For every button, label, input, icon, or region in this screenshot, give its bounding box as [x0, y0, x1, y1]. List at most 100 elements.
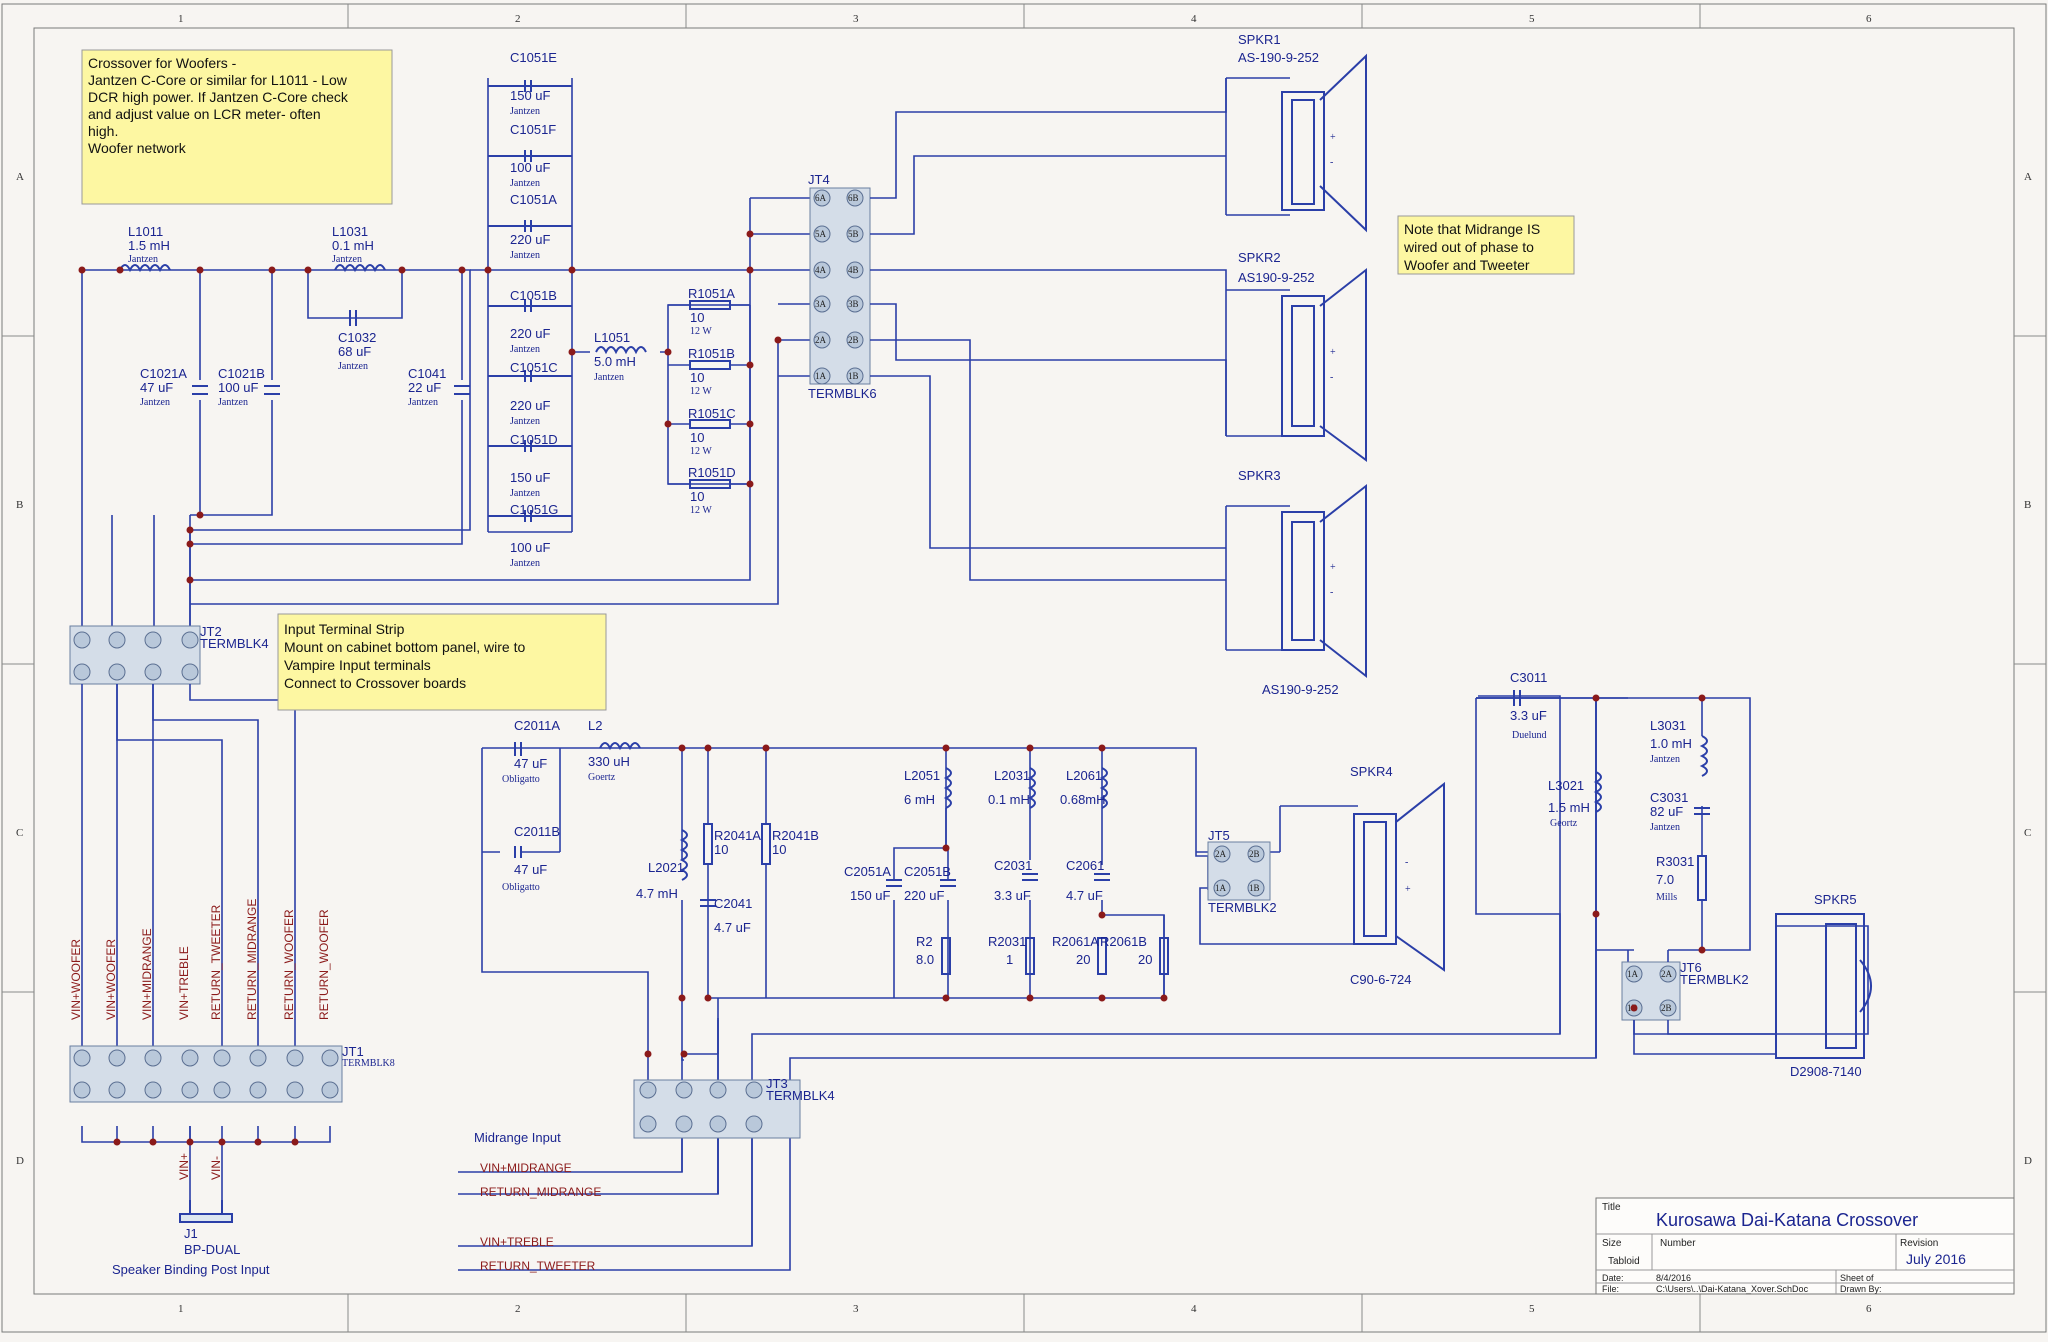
svg-text:2A: 2A — [815, 335, 827, 345]
svg-text:2B: 2B — [1249, 849, 1260, 859]
rating-label: 12 W — [690, 505, 712, 516]
value-label: 0.68mH — [1060, 792, 1106, 807]
svg-text:2B: 2B — [848, 335, 859, 345]
ref-label: C2051A — [844, 864, 891, 879]
note-line: Connect to Crossover boards — [284, 675, 466, 691]
ref-label: C2041 — [714, 896, 752, 911]
svg-text:3B: 3B — [848, 299, 859, 309]
L3031-coil — [1699, 735, 1708, 777]
vendor-label: Jantzen — [510, 250, 540, 261]
zone-col-label: 6 — [1866, 1303, 1872, 1315]
ref-label: C1051C — [510, 360, 558, 375]
vendor-label: Duelund — [1512, 730, 1546, 741]
ref-label: R2031 — [988, 934, 1026, 949]
svg-text:4B: 4B — [848, 265, 859, 275]
zone-col-label: 3 — [853, 1303, 859, 1315]
value-label: 1.0 mH — [1650, 736, 1692, 751]
ref-label: C2031 — [994, 858, 1032, 873]
value-label: 8.0 — [916, 952, 934, 967]
value-label: 47 uF — [140, 380, 173, 395]
ref-label: C2061 — [1066, 858, 1104, 873]
file-value: C:\Users\..\Dai-Katana_Xover.SchDoc — [1656, 1284, 1809, 1294]
note-line: wired out of phase to — [1403, 239, 1534, 255]
file-label: File: — [1602, 1284, 1619, 1294]
ref-label: R2041A — [714, 828, 761, 843]
zone-col-label: 4 — [1191, 13, 1197, 25]
value-label: 47 uF — [514, 756, 547, 771]
JT4-terminal-block: 6A 6B 5A 5B 4A 4B 3A 3B 2A 2B 1A 1B — [809, 187, 871, 385]
ref-label: C1041 — [408, 366, 446, 381]
ref-label: L1031 — [332, 224, 368, 239]
ref-label: R2 — [916, 934, 933, 949]
zone-col-label: 1 — [178, 1303, 184, 1315]
tweeter-labels: C3011 3.3 uF Duelund L3021 1.5 mH Geortz… — [1510, 670, 1694, 903]
note-line: Note that Midrange IS — [1404, 221, 1540, 237]
vendor-label: Jantzen — [408, 397, 438, 408]
net-label: VIN+TREBLE — [480, 1235, 554, 1249]
ref-label: C1051F — [510, 122, 556, 137]
net-label: VIN+MIDRANGE — [480, 1161, 572, 1175]
svg-text:5B: 5B — [848, 229, 859, 239]
ref-label: SPKR2 — [1238, 250, 1281, 265]
ref-label: R3031 — [1656, 854, 1694, 869]
ref-label: JT1 — [342, 1044, 364, 1059]
net-label: VIN+TREBLE — [177, 946, 191, 1020]
value-label: 10 — [690, 310, 704, 325]
note-input-strip: Input Terminal Strip Mount on cabinet bo… — [277, 613, 607, 711]
title-label: Title — [1602, 1202, 1621, 1213]
vendor-label: Jantzen — [510, 106, 540, 117]
value-label: 47 uF — [514, 862, 547, 877]
description-label: Speaker Binding Post Input — [112, 1262, 270, 1277]
JT6-terminal-block: 1A2A 1B2B — [1621, 961, 1681, 1021]
net-label: RETURN_MIDRANGE — [245, 899, 259, 1020]
part-label: AS-190-9-252 — [1238, 50, 1319, 65]
R2041A-resistor — [703, 823, 713, 865]
SPKR5-symbol — [1775, 913, 1872, 1059]
svg-text:+: + — [1405, 884, 1411, 895]
vendor-label: Jantzen — [218, 397, 248, 408]
value-label: 10 — [690, 370, 704, 385]
svg-text:-: - — [1330, 587, 1333, 598]
vendor-label: Jantzen — [510, 558, 540, 569]
zone-row-label: B — [2024, 499, 2031, 511]
value-label: 1.5 mH — [128, 238, 170, 253]
ref-label: R1051C — [688, 406, 736, 421]
midrange-network-wires — [458, 695, 1628, 1271]
C1041-cap — [454, 385, 470, 395]
SPKR2-symbol: +- — [1281, 267, 1367, 462]
svg-text:+: + — [1330, 347, 1336, 358]
value-label: 100 uF — [510, 540, 551, 555]
ref-label: R2061A — [1052, 934, 1099, 949]
svg-text:2A: 2A — [1661, 969, 1673, 979]
JT2-terminal-block — [69, 625, 201, 685]
part-label: BP-DUAL — [184, 1242, 240, 1257]
net-label: VIN+WOOFER — [104, 939, 118, 1020]
value-label: 100 uF — [218, 380, 259, 395]
schematic-sheet: 1 2 3 4 5 6 1 2 3 4 5 6 A B C D A B C D — [0, 0, 2048, 1337]
ref-label: L2051 — [904, 768, 940, 783]
net-label: VIN+ — [177, 1153, 191, 1180]
value-label: 220 uF — [510, 398, 551, 413]
woofer-speaker-wires — [870, 77, 1290, 651]
note-line: Vampire Input terminals — [284, 657, 431, 673]
ref-label: L2061 — [1066, 768, 1102, 783]
value-label: 150 uF — [510, 470, 551, 485]
value-label: 1 — [1006, 952, 1013, 967]
value-label: 3.3 uF — [994, 888, 1031, 903]
value-label: 4.7 mH — [636, 886, 678, 901]
part-label: AS190-9-252 — [1262, 682, 1339, 697]
size-value: Tabloid — [1608, 1256, 1640, 1267]
date-value: 8/4/2016 — [1656, 1273, 1691, 1283]
ref-label: C2011B — [514, 824, 560, 839]
value-label: 6 mH — [904, 792, 935, 807]
SPKR4-symbol: -+ — [1353, 781, 1445, 972]
value-label: 4.7 uF — [714, 920, 751, 935]
schematic-canvas: 1 2 3 4 5 6 1 2 3 4 5 6 A B C D A B C D — [1, 3, 2047, 1333]
note-line: and adjust value on LCR meter- often — [88, 106, 321, 122]
ref-label: C1021A — [140, 366, 187, 381]
note-line: Woofer network — [88, 140, 187, 156]
value-label: 10 — [714, 842, 728, 857]
ref-label: C2051B — [904, 864, 951, 879]
ref-label: R1051D — [688, 465, 736, 480]
value-label: 0.1 mH — [988, 792, 1030, 807]
